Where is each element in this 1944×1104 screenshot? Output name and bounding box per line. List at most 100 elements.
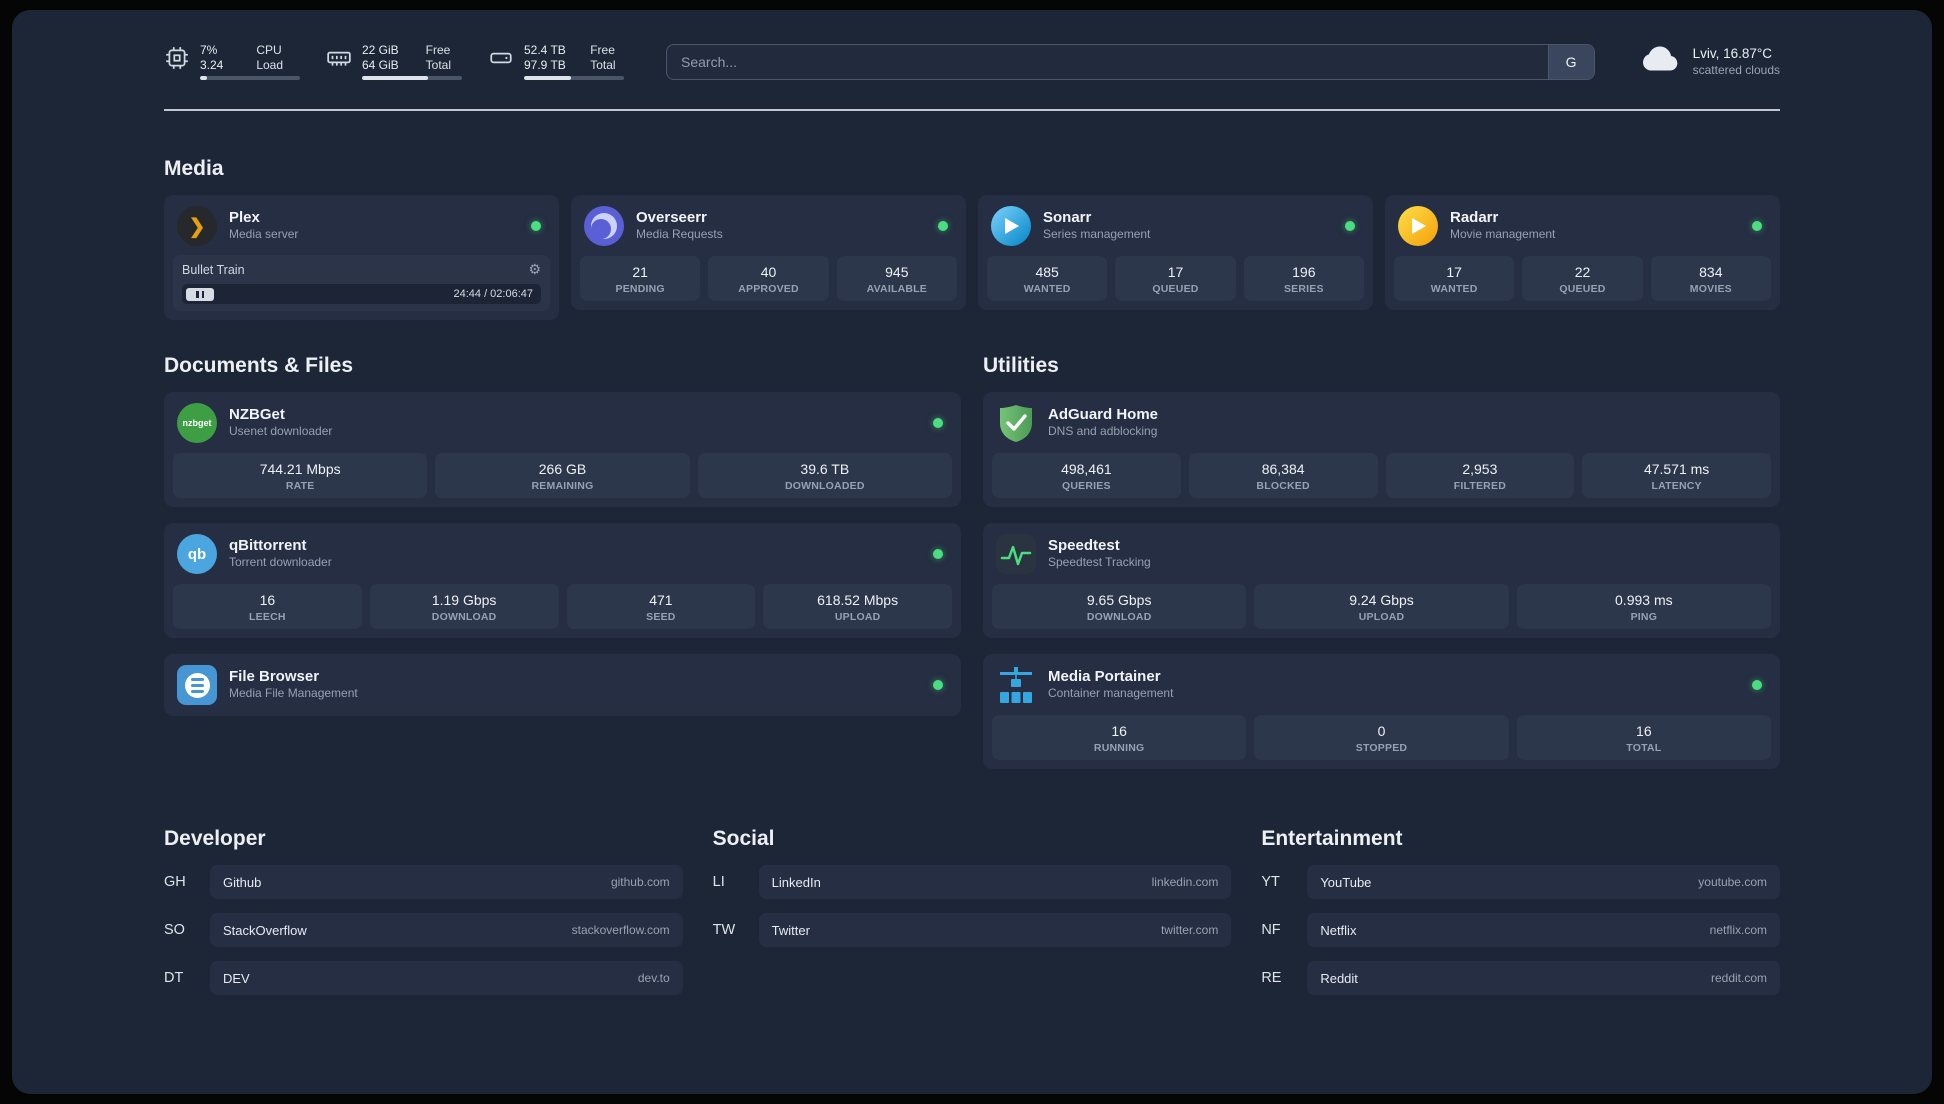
cloud-icon [1637, 36, 1683, 87]
card-plex: ❯ Plex Media server Bullet Train ⚙ 24:44… [164, 195, 559, 320]
section-title-entertainment: Entertainment [1261, 827, 1403, 850]
section-developer: Developer GH Github github.com SO StackO… [164, 827, 683, 995]
bookmark-url: github.com [610, 875, 670, 889]
weather-location: Lviv, 16.87°C [1692, 45, 1773, 61]
status-dot [938, 221, 948, 231]
bookmark-name: Twitter [771, 922, 810, 938]
portainer-icon [996, 665, 1036, 705]
cpu-icon [164, 45, 190, 76]
stat-value: 9.24 Gbps [1349, 592, 1414, 608]
service-subtitle: Media File Management [229, 686, 358, 700]
stat-available: 945 AVAILABLE [836, 256, 957, 301]
service-link-qbittorrent[interactable]: qb qBittorrent Torrent downloader [173, 532, 952, 576]
stat-download: 9.65 Gbps DOWNLOAD [992, 584, 1247, 629]
stat-rate: 744.21 Mbps RATE [173, 453, 428, 498]
service-subtitle: Media server [229, 227, 299, 241]
nzbget-glyph: nzbget [182, 418, 212, 428]
card-radarr: Radarr Movie management 17 WANTED 22 QUE… [1385, 195, 1780, 310]
plex-glyph: ❯ [188, 215, 206, 238]
sonarr-icon [991, 206, 1031, 246]
card-qbittorrent: qb qBittorrent Torrent downloader 16 LEE… [164, 523, 961, 638]
stat-label: UPLOAD [834, 611, 881, 623]
bookmark-dev[interactable]: DT DEV dev.to [164, 961, 683, 995]
stat-queued: 22 QUEUED [1522, 256, 1643, 301]
stat-upload: 9.24 Gbps UPLOAD [1254, 584, 1509, 629]
stat-label: WANTED [1430, 283, 1478, 295]
qbittorrent-glyph: qb [187, 545, 207, 563]
section-media: Media ❯ Plex Media server Bullet Train ⚙… [164, 157, 1780, 320]
disk-free-value: 52.4 TB [524, 43, 566, 57]
stat-queries: 498,461 QUERIES [992, 453, 1181, 498]
bookmark-linkedin[interactable]: LI LinkedIn linkedin.com [713, 865, 1232, 899]
bookmark-abbr: RE [1261, 970, 1282, 986]
section-utilities: Utilities AdGuard Home DNS and adblockin… [983, 354, 1780, 769]
stat-filtered: 2,953 FILTERED [1385, 453, 1575, 498]
memory-free-value: 22 GiB [362, 43, 399, 57]
service-subtitle: Series management [1043, 227, 1151, 241]
bookmark-twitter[interactable]: TW Twitter twitter.com [713, 913, 1232, 947]
service-name: Speedtest [1048, 537, 1120, 554]
stat-series: 196 SERIES [1243, 256, 1364, 301]
stat-label: TOTAL [1626, 742, 1662, 754]
disk-icon [488, 45, 514, 76]
memory-widget: 22 GiB Free 64 GiB Total [326, 43, 462, 80]
card-nzbget: nzbget NZBGet Usenet downloader 744.21 M… [164, 392, 961, 507]
bookmark-reddit[interactable]: RE Reddit reddit.com [1261, 961, 1780, 995]
section-title-developer: Developer [164, 827, 266, 850]
bookmark-abbr: TW [712, 922, 736, 938]
stat-label: DOWNLOAD [431, 611, 497, 623]
service-link-speedtest[interactable]: Speedtest Speedtest Tracking [992, 532, 1771, 576]
pause-button[interactable] [186, 287, 214, 301]
section-documents: Documents & Files nzbget NZBGet Usenet d… [164, 354, 961, 716]
memory-total-value: 64 GiB [362, 58, 399, 72]
search-input[interactable] [667, 44, 1548, 79]
service-subtitle: Container management [1048, 686, 1174, 700]
stat-value: 618.52 Mbps [817, 592, 899, 608]
service-link-portainer[interactable]: Media Portainer Container management [992, 663, 1771, 707]
bookmark-abbr: SO [164, 922, 185, 938]
stat-label: QUERIES [1062, 480, 1111, 492]
service-link-filebrowser[interactable]: File Browser Media File Management [173, 663, 952, 707]
disk-progress-bar [524, 76, 624, 80]
stat-value: 47.571 ms [1643, 461, 1710, 477]
stat-label: RATE [285, 480, 315, 492]
stat-label: QUEUED [1152, 283, 1199, 295]
status-dot [531, 221, 541, 231]
stat-approved: 40 APPROVED [708, 256, 829, 301]
service-link-overseerr[interactable]: Overseerr Media Requests [580, 204, 957, 248]
playback-progress-bar[interactable]: 24:44 / 02:06:47 [182, 284, 541, 304]
bookmark-netflix[interactable]: NF Netflix netflix.com [1261, 913, 1780, 947]
stat-wanted: 17 WANTED [1394, 256, 1515, 301]
weather-condition: scattered clouds [1692, 62, 1780, 77]
service-name: Radarr [1450, 209, 1499, 226]
service-link-radarr[interactable]: Radarr Movie management [1394, 204, 1771, 248]
stat-label: QUEUED [1559, 283, 1606, 295]
gear-icon[interactable]: ⚙ [528, 261, 541, 278]
service-subtitle: Media Requests [636, 227, 723, 241]
bookmark-stackoverflow[interactable]: SO StackOverflow stackoverflow.com [164, 913, 683, 947]
card-overseerr: Overseerr Media Requests 21 PENDING 40 A… [571, 195, 966, 310]
disk-widget: 52.4 TB Free 97.9 TB Total [488, 43, 624, 80]
stat-value: 1.19 Gbps [431, 592, 497, 608]
stat-label: PENDING [615, 283, 665, 295]
stat-value: 834 [1699, 264, 1723, 280]
service-link-nzbget[interactable]: nzbget NZBGet Usenet downloader [173, 401, 952, 445]
bookmark-name: Github [223, 874, 262, 890]
bookmark-github[interactable]: GH Github github.com [164, 865, 683, 899]
stat-value: 16 [259, 592, 276, 608]
service-link-sonarr[interactable]: Sonarr Series management [987, 204, 1364, 248]
bookmark-youtube[interactable]: YT YouTube youtube.com [1261, 865, 1780, 899]
card-filebrowser: File Browser Media File Management [164, 654, 961, 716]
bookmark-abbr: YT [1261, 874, 1280, 890]
stat-value: 266 GB [538, 461, 587, 477]
card-adguard: AdGuard Home DNS and adblocking 498,461 … [983, 392, 1780, 507]
service-name: Sonarr [1043, 209, 1092, 226]
weather-widget: Lviv, 16.87°C scattered clouds [1637, 36, 1780, 87]
service-link-plex[interactable]: ❯ Plex Media server [173, 204, 550, 248]
cpu-load-value: 3.24 [200, 58, 224, 72]
search-provider-button[interactable]: G [1547, 44, 1594, 79]
stat-value: 9.65 Gbps [1086, 592, 1152, 608]
cpu-label-1: CPU [256, 43, 282, 57]
stat-label: PING [1630, 611, 1658, 623]
service-link-adguard[interactable]: AdGuard Home DNS and adblocking [992, 401, 1771, 445]
